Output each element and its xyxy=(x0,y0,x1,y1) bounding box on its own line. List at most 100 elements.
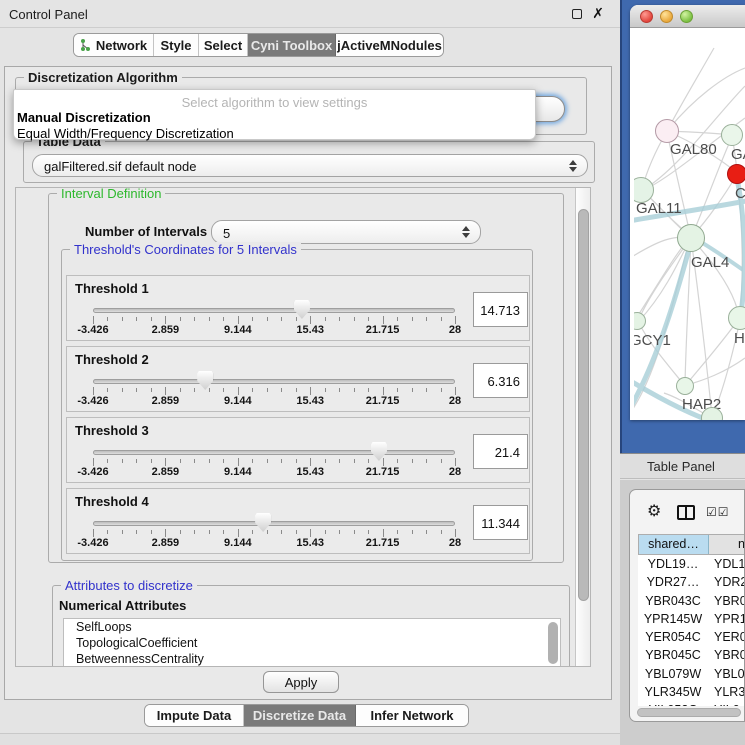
table-panel-titlebar: Table Panel xyxy=(620,453,745,479)
tab-infer-network[interactable]: Infer Network xyxy=(356,705,468,726)
slider-tick xyxy=(223,459,224,463)
cell-shared-name: YIL052C xyxy=(638,701,708,706)
slider-tick xyxy=(267,317,268,321)
select-columns-icons[interactable]: ☑☑ xyxy=(706,505,730,519)
tab-cyni-toolbox[interactable]: Cyni Toolbox xyxy=(248,34,336,56)
threshold-value-field[interactable]: 11.344 xyxy=(473,505,528,540)
slider-tick xyxy=(180,317,181,321)
dropdown-option-manual[interactable]: Manual Discretization xyxy=(17,110,151,125)
slider-thumb[interactable] xyxy=(255,513,271,532)
network-node[interactable] xyxy=(728,306,745,330)
tab-discretize-data[interactable]: Discretize Data xyxy=(244,705,356,726)
threshold-value-field[interactable]: 14.713 xyxy=(473,292,528,327)
column-header-shared[interactable]: shared… xyxy=(639,535,709,554)
attr-items: SelfLoopsTopologicalCoefficientBetweenne… xyxy=(64,619,560,667)
table-data-combobox[interactable]: galFiltered.sif default node xyxy=(32,154,588,177)
tick-label: 2.859 xyxy=(152,537,180,549)
tab-select[interactable]: Select xyxy=(199,34,248,56)
network-node[interactable] xyxy=(727,164,745,184)
table-row[interactable]: YPR145WYPR1 xyxy=(638,610,745,628)
table-row[interactable]: YLR345WYLR3 xyxy=(638,683,745,701)
slider-tick xyxy=(107,530,108,534)
network-node[interactable] xyxy=(655,119,679,143)
table-horizontal-scrollbar[interactable] xyxy=(637,708,741,717)
slider-track[interactable] xyxy=(93,379,455,384)
table-row[interactable]: YER054CYER0 xyxy=(638,628,745,646)
threshold-value-field[interactable]: 6.316 xyxy=(473,363,528,398)
slider-tick xyxy=(223,530,224,534)
zoom-window-icon[interactable] xyxy=(680,10,693,23)
float-panel-icon[interactable] xyxy=(572,9,582,19)
num-intervals-combobox[interactable]: 5 xyxy=(211,220,481,244)
tab-network[interactable]: Network xyxy=(74,34,154,56)
slider-tick xyxy=(325,317,326,321)
threshold-value-field[interactable]: 21.4 xyxy=(473,434,528,469)
tick-label: -3.426 xyxy=(77,466,108,478)
node-table-panel: ⚙ ☑☑ shared… n YDL19…YDL1YDR27…YDR2YBR04… xyxy=(629,489,745,722)
tick-label: -3.426 xyxy=(77,324,108,336)
slider-tick xyxy=(209,388,210,392)
slider-track[interactable] xyxy=(93,450,455,455)
scrollbar-thumb[interactable] xyxy=(578,209,589,601)
table-body[interactable]: YDL19…YDL1YDR27…YDR2YBR043CYBR0YPR145WYP… xyxy=(638,555,745,706)
table-row[interactable]: YIL052CYIL0 xyxy=(638,701,745,706)
slider-tick xyxy=(339,530,340,534)
app-root: Control Panel ✗ Network Style Select Cyn… xyxy=(0,0,745,745)
cell-name: YBR0 xyxy=(708,646,745,664)
attribute-list-item[interactable]: TopologicalCoefficient xyxy=(64,635,560,651)
columns-icon[interactable] xyxy=(677,505,695,520)
network-node[interactable] xyxy=(676,377,694,395)
slider-tick xyxy=(354,530,355,534)
group-title: Discretization Algorithm xyxy=(24,70,182,85)
threshold-row: Threshold 3-3.4262.8599.14415.4321.71528… xyxy=(66,417,530,483)
close-window-icon[interactable] xyxy=(640,10,653,23)
close-icon[interactable]: ✗ xyxy=(592,5,604,22)
network-node[interactable] xyxy=(721,124,743,146)
node-label: C xyxy=(735,185,745,202)
slider-tick xyxy=(412,530,413,534)
slider-track[interactable] xyxy=(93,521,455,526)
slider-tick xyxy=(151,388,152,392)
attribute-list-item[interactable]: BetweennessCentrality xyxy=(64,651,560,667)
table-row[interactable]: YBR043CYBR0 xyxy=(638,592,745,610)
slider-tick xyxy=(223,317,224,321)
cell-name: YER0 xyxy=(708,628,745,646)
slider-tick xyxy=(93,316,94,324)
attributes-group: Attributes to discretize Numerical Attri… xyxy=(52,585,570,667)
slider-tick xyxy=(252,530,253,534)
tab-jactivemnodules[interactable]: jActiveMNodules xyxy=(336,34,443,56)
dropdown-option-equal-width[interactable]: Equal Width/Frequency Discretization xyxy=(17,126,234,141)
slider-tick xyxy=(238,387,239,395)
slider-tick xyxy=(368,459,369,463)
network-canvas[interactable]: GAL80GACGAL11GAL4HGCY1HAP2 xyxy=(634,28,745,420)
attribute-list-item[interactable]: SelfLoops xyxy=(64,619,560,635)
table-row[interactable]: YBL079WYBL0 xyxy=(638,665,745,683)
slider-tick xyxy=(441,459,442,463)
settings-vertical-scrollbar[interactable] xyxy=(575,188,591,667)
network-node[interactable] xyxy=(677,224,705,252)
slider-tick xyxy=(441,388,442,392)
slider-thumb[interactable] xyxy=(197,371,213,390)
slider-track[interactable] xyxy=(93,308,455,313)
table-row[interactable]: YBR045CYBR0 xyxy=(638,646,745,664)
numerical-attributes-list[interactable]: SelfLoopsTopologicalCoefficientBetweenne… xyxy=(63,618,561,667)
tab-label: jActiveMNodules xyxy=(337,38,442,53)
gear-icon[interactable]: ⚙ xyxy=(647,501,661,521)
tab-style[interactable]: Style xyxy=(154,34,199,56)
tick-label: -3.426 xyxy=(77,537,108,549)
slider-tick xyxy=(93,387,94,395)
threshold-row: Threshold 4-3.4262.8599.14415.4321.71528… xyxy=(66,488,530,554)
slider-tick xyxy=(252,459,253,463)
table-row[interactable]: YDR27…YDR2 xyxy=(638,573,745,591)
tab-impute-data[interactable]: Impute Data xyxy=(145,705,244,726)
apply-button[interactable]: Apply xyxy=(263,671,339,693)
slider-tick xyxy=(122,388,123,392)
minimize-window-icon[interactable] xyxy=(660,10,673,23)
dropdown-placeholder-option[interactable]: Select algorithm to view settings xyxy=(14,95,535,110)
bottom-strip xyxy=(0,733,620,745)
column-header-name[interactable]: n xyxy=(709,535,745,554)
threshold-label: Threshold 4 xyxy=(75,494,149,509)
list-scrollbar[interactable] xyxy=(548,622,558,664)
slider-thumb[interactable] xyxy=(371,442,387,461)
table-row[interactable]: YDL19…YDL1 xyxy=(638,555,745,573)
